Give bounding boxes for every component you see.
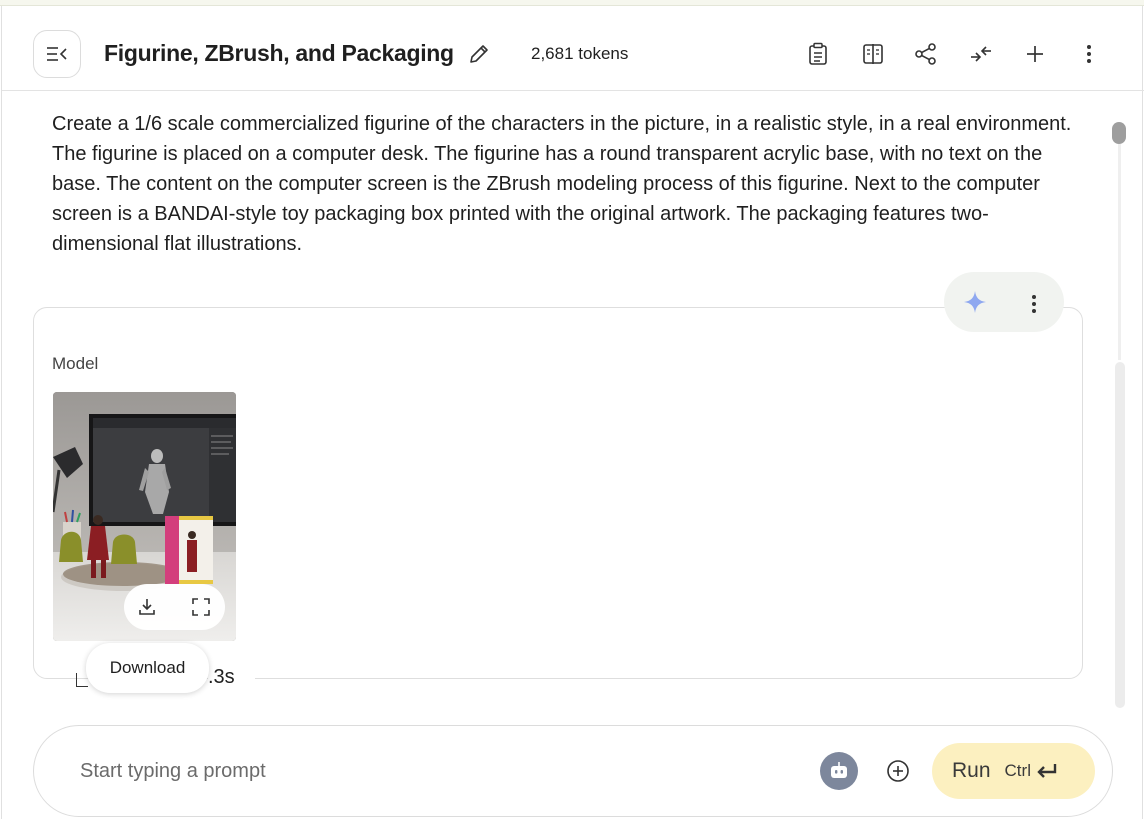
run-shortcut: Ctrl	[1004, 761, 1031, 780]
run-label: Run	[952, 759, 991, 782]
card-actions	[944, 272, 1064, 332]
collapse-menu-icon	[47, 47, 67, 61]
add-media-button[interactable]	[885, 758, 911, 784]
scrollbar-track-upper	[1118, 144, 1121, 360]
sparkle-icon[interactable]	[963, 290, 987, 314]
new-chat-button[interactable]	[1022, 41, 1048, 67]
pencil-icon[interactable]	[467, 42, 491, 66]
model-label: Model	[52, 354, 99, 373]
robot-icon	[831, 762, 847, 778]
more-options-button[interactable]	[1076, 41, 1102, 67]
app-frame: Figurine, ZBrush, and Packaging 2,681 to…	[1, 6, 1144, 819]
more-vertical-icon	[1087, 45, 1091, 63]
download-icon[interactable]	[137, 597, 157, 617]
collapse-icon	[971, 46, 991, 62]
compare-icon	[863, 44, 883, 64]
header: Figurine, ZBrush, and Packaging 2,681 to…	[2, 6, 1144, 91]
token-count: 2,681 tokens	[531, 44, 629, 63]
collapse-button[interactable]	[968, 41, 994, 67]
system-instructions-button[interactable]	[820, 752, 858, 790]
clipboard-icon	[809, 42, 827, 65]
prompt-input[interactable]	[80, 754, 680, 788]
add-circle-icon	[887, 760, 909, 782]
image-actions	[124, 584, 225, 630]
compare-button[interactable]	[860, 41, 886, 67]
fullscreen-icon[interactable]	[191, 597, 211, 617]
scrollbar-track-lower[interactable]	[1115, 362, 1125, 708]
page-title: Figurine, ZBrush, and Packaging	[104, 40, 454, 66]
enter-icon	[1037, 764, 1057, 778]
user-prompt-text: Create a 1/6 scale commercialized figuri…	[52, 113, 1072, 255]
share-icon	[915, 43, 936, 65]
plus-icon	[1027, 46, 1043, 62]
menu-toggle-button[interactable]	[33, 30, 81, 78]
download-tooltip: Download	[86, 643, 209, 693]
clipboard-button[interactable]	[805, 41, 831, 67]
more-vertical-icon[interactable]	[1031, 294, 1037, 314]
run-button[interactable]: Run Ctrl	[932, 743, 1095, 799]
response-time: .3s	[208, 666, 255, 689]
share-button[interactable]	[913, 41, 939, 67]
scrollbar-thumb[interactable]	[1112, 122, 1126, 144]
